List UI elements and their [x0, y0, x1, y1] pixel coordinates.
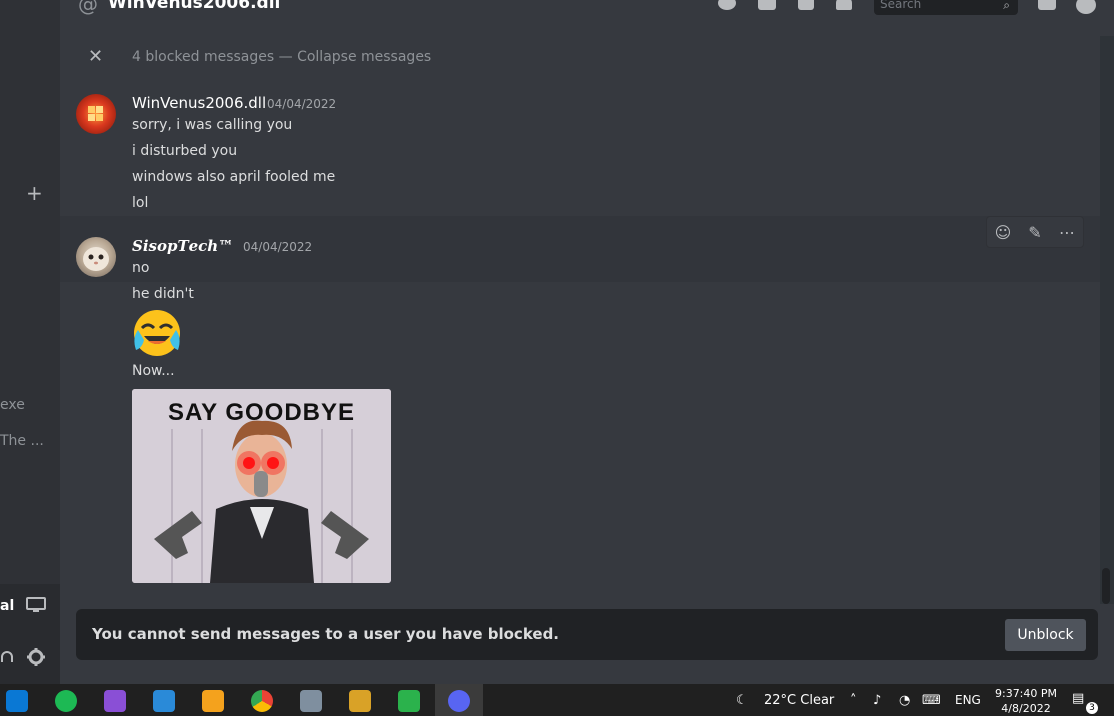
archive-app-icon[interactable]: [349, 690, 371, 712]
avatar[interactable]: [76, 94, 116, 134]
blocked-messages-bar: ✕ 4 blocked messages — Collapse messages: [60, 36, 1100, 80]
message-text: i disturbed you: [132, 143, 238, 159]
visual-studio-icon[interactable]: [104, 690, 126, 712]
blocked-messages-text[interactable]: 4 blocked messages — Collapse messages: [132, 49, 431, 65]
blocked-notice: You cannot send messages to a user you h…: [92, 625, 559, 643]
pin-icon[interactable]: [798, 0, 814, 10]
meme-caption: SAY GOODBYE: [167, 399, 356, 426]
user-profile-icon[interactable]: [836, 0, 852, 10]
dm-item-partial-1[interactable]: exe: [0, 397, 25, 413]
app-window: + exe The ... al @ WinVenus2006.dll Sear…: [0, 0, 1114, 716]
remote-desktop-icon[interactable]: [202, 690, 224, 712]
headphones-icon[interactable]: [0, 648, 14, 670]
create-dm-icon[interactable]: +: [26, 181, 43, 205]
clock[interactable]: 9:37:40 PM 4/8/2022: [994, 686, 1058, 716]
at-icon: @: [78, 0, 98, 16]
channel-sidebar: + exe The ... al: [0, 0, 60, 684]
weather-moon-icon[interactable]: ☾: [736, 693, 748, 708]
search-input[interactable]: Search ⌕: [874, 0, 1018, 15]
calculator-icon[interactable]: [300, 690, 322, 712]
inbox-icon[interactable]: [1038, 0, 1056, 10]
search-icon: ⌕: [1003, 0, 1010, 12]
discord-icon[interactable]: [448, 690, 470, 712]
chrome-icon[interactable]: [251, 690, 273, 712]
weather-text[interactable]: 22°C Clear: [764, 693, 834, 708]
blocked-composer: You cannot send messages to a user you h…: [76, 609, 1098, 660]
keyboard-icon[interactable]: ⌨: [922, 693, 941, 708]
tray-chevron-icon[interactable]: ˄: [850, 693, 857, 708]
mail-app-icon[interactable]: [6, 690, 28, 712]
unblock-button[interactable]: Unblock: [1005, 619, 1086, 651]
voice-call-icon[interactable]: [718, 0, 736, 10]
clock-time: 9:37:40 PM: [994, 687, 1058, 700]
screen-share-icon[interactable]: [26, 596, 46, 618]
volume-icon[interactable]: ♪: [873, 693, 881, 708]
message-group-1: WinVenus2006.dll 04/04/2022 sorry, i was…: [60, 92, 1100, 222]
message-text: Now...: [132, 363, 175, 379]
message-list: ✕ 4 blocked messages — Collapse messages…: [60, 36, 1100, 596]
message-text: windows also april fooled me: [132, 169, 336, 185]
camtasia-icon[interactable]: [398, 690, 420, 712]
vscode-icon[interactable]: [153, 690, 175, 712]
scrollbar-track[interactable]: [1100, 36, 1114, 604]
scrollbar-thumb[interactable]: [1102, 568, 1110, 604]
message-text: he didn't: [132, 286, 194, 302]
notification-count-badge: 3: [1086, 702, 1098, 714]
video-call-icon[interactable]: [758, 0, 776, 10]
help-icon[interactable]: [1076, 0, 1096, 14]
message-author[interactable]: WinVenus2006.dll: [132, 94, 266, 112]
message-timestamp: 04/04/2022: [267, 97, 337, 111]
wifi-icon[interactable]: ◔: [899, 693, 910, 708]
spotify-icon[interactable]: [55, 690, 77, 712]
language-indicator[interactable]: ENG: [955, 693, 981, 707]
search-placeholder: Search: [880, 0, 922, 11]
settings-gear-icon[interactable]: [26, 647, 46, 671]
user-panel: al: [0, 584, 60, 684]
joy-emoji[interactable]: [132, 308, 182, 358]
notifications-icon[interactable]: ▤: [1072, 691, 1084, 706]
meme-image[interactable]: SAY GOODBYE: [132, 389, 391, 583]
channel-header: @ WinVenus2006.dll Search ⌕: [60, 0, 1114, 16]
close-icon[interactable]: ✕: [88, 46, 103, 67]
dm-title: WinVenus2006.dll: [108, 0, 281, 13]
windows-taskbar: ☾ 22°C Clear ˄ ♪ ◔ ⌨ ENG 9:37:40 PM 4/8/…: [0, 684, 1114, 716]
voice-status-partial: al: [0, 598, 15, 614]
message-text: sorry, i was calling you: [132, 117, 293, 133]
message-author[interactable]: 𝑺𝒊𝒔𝒐𝒑𝑻𝒆𝒄𝒉™: [132, 237, 233, 255]
message-timestamp: 04/04/2022: [243, 240, 313, 254]
dm-item-partial-2[interactable]: The ...: [0, 433, 44, 449]
message-text: no: [132, 260, 150, 276]
clock-date: 4/8/2022: [1001, 702, 1051, 715]
avatar[interactable]: [76, 237, 116, 277]
message-text: lol: [132, 195, 149, 211]
